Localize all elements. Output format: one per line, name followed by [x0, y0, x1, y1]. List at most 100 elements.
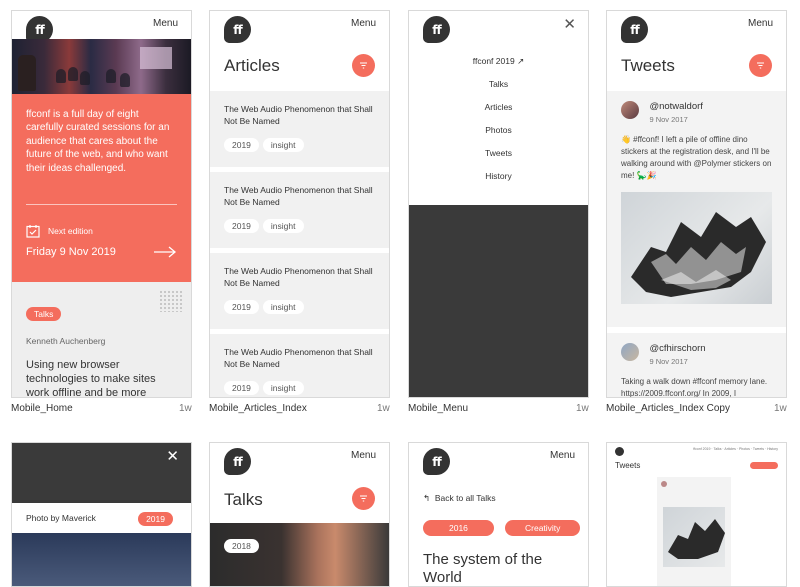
ffconf-logo[interactable]: ff [224, 16, 251, 43]
close-icon[interactable]: ✕ [563, 15, 576, 33]
article-card[interactable]: The Web Audio Phenomenon that Shall Not … [210, 253, 389, 329]
artboard-mobile-tweets[interactable]: ff Menu Tweets @notwaldorf 9 Nov 2017 👋 … [606, 10, 787, 398]
artboard-label: Mobile_Menu [408, 403, 469, 414]
speaker-name: Kenneth Auchenberg [26, 336, 106, 346]
ffconf-logo[interactable]: ff [224, 448, 251, 475]
menu-link[interactable]: Menu [351, 18, 376, 29]
arrow-right-icon[interactable] [153, 246, 177, 258]
menu-item-articles[interactable]: Articles [409, 102, 588, 125]
talk-tag[interactable]: Talks [26, 307, 62, 321]
page-title: Talks [224, 490, 263, 509]
speaker-photo[interactable] [210, 523, 389, 586]
menu-item-photos[interactable]: Photos [409, 125, 588, 148]
header: ff Menu [210, 11, 389, 43]
dino-stickers-image [631, 212, 766, 297]
menu-link[interactable]: Menu [351, 450, 376, 461]
menu-item-history[interactable]: History [409, 171, 588, 194]
artboard-mobile-photo[interactable]: ✕ Photo by Maverick 2019 [11, 442, 192, 587]
topic-tag[interactable]: Creativity [505, 520, 581, 536]
artboard-mobile-menu[interactable]: ff ✕ ffconf 2019 ↗ Talks Articles Photos… [408, 10, 589, 398]
topic-tag[interactable]: insight [262, 219, 304, 233]
artboard-desktop-tweets[interactable]: ffconf 2019 · Talks · Articles · Photos … [606, 442, 787, 587]
topic-tag[interactable]: insight [262, 381, 304, 395]
year-tag[interactable]: 2019 [138, 512, 173, 526]
filter-button[interactable] [749, 54, 772, 77]
year-tag[interactable]: 2019 [224, 381, 259, 395]
talk-title[interactable]: Using new browser technologies to make s… [26, 358, 177, 397]
tweet-card[interactable]: @notwaldorf 9 Nov 2017 👋 #ffconf! I left… [607, 91, 786, 327]
tweet-card[interactable]: @cfhirschorn 9 Nov 2017 Taking a walk do… [607, 333, 786, 398]
filter-button[interactable] [750, 462, 778, 469]
article-card[interactable]: The Web Audio Phenomenon that Shall Not … [210, 91, 389, 167]
menu-link[interactable]: Menu [550, 450, 575, 461]
header: ff ✕ [409, 11, 588, 43]
ffconf-logo[interactable]: ff [423, 448, 450, 475]
header: ff Menu [607, 11, 786, 43]
artboard-label: Mobile_Home [11, 403, 73, 414]
artboard-mobile-home[interactable]: ff Menu ffconf is a full day of eight ca… [11, 10, 192, 398]
header: ff Menu [409, 443, 588, 475]
dino-stickers-image [668, 519, 725, 559]
article-title[interactable]: The Web Audio Phenomenon that Shall Not … [224, 265, 375, 289]
back-link-label: Back to all Talks [434, 493, 496, 503]
tweet-text: Taking a walk down #ffconf memory lane. … [621, 377, 768, 398]
nav-menu: ffconf 2019 ↗ Talks Articles Photos Twee… [409, 56, 588, 194]
menu-item-talks[interactable]: Talks [409, 79, 588, 102]
article-title[interactable]: The Web Audio Phenomenon that Shall Not … [224, 103, 375, 127]
article-title[interactable]: The Web Audio Phenomenon that Shall Not … [224, 184, 375, 208]
close-icon[interactable]: ✕ [166, 447, 179, 465]
article-card[interactable]: The Web Audio Phenomenon that Shall Not … [210, 172, 389, 248]
menu-item-ffconf-2019[interactable]: ffconf 2019 ↗ [409, 56, 588, 79]
calendar-icon [26, 225, 40, 238]
year-tag[interactable]: 2016 [423, 520, 494, 536]
overlay [409, 205, 588, 397]
next-edition-date: Friday 9 Nov 2019 [26, 246, 116, 258]
header: ff Menu [210, 443, 389, 475]
tweet-handle[interactable]: @cfhirschorn [649, 343, 705, 354]
external-link-icon: ↗ [517, 56, 525, 66]
tweet-handle[interactable]: @notwaldorf [649, 101, 702, 112]
tweet-card[interactable] [657, 477, 731, 586]
artboard-mobile-talk-detail[interactable]: ff Menu ↰ Back to all Talks 2016 Creativ… [408, 442, 589, 587]
year-tag[interactable]: 2019 [224, 300, 259, 314]
artboard-age: 1w [576, 403, 589, 414]
artboard-mobile-talks[interactable]: ff Menu Talks 2018 [209, 442, 390, 587]
artboard-age: 1w [774, 403, 787, 414]
menu-link[interactable]: Menu [153, 18, 178, 29]
menu-item-tweets[interactable]: Tweets [409, 148, 588, 171]
intro-text: ffconf is a full day of eight carefully … [26, 109, 170, 174]
page-title: Tweets [615, 461, 641, 470]
tweet-photo[interactable] [621, 192, 772, 304]
artboard-label: Mobile_Articles_Index Copy [606, 403, 730, 414]
back-arrow-icon: ↰ [423, 493, 431, 503]
ffconf-logo[interactable] [615, 447, 624, 456]
avatar[interactable] [621, 343, 639, 361]
back-link[interactable]: ↰ Back to all Talks [423, 493, 496, 504]
intro-panel: ffconf is a full day of eight carefully … [12, 94, 191, 282]
photo [12, 533, 191, 586]
hero-photo [12, 39, 191, 94]
artboard-mobile-articles-index[interactable]: ff Menu Articles The Web Audio Phenomeno… [209, 10, 390, 398]
talk-teaser[interactable]: Talks Kenneth Auchenberg Using new brows… [12, 282, 191, 397]
ffconf-logo[interactable]: ff [423, 16, 450, 43]
topic-tag[interactable]: insight [262, 300, 304, 314]
article-card[interactable]: The Web Audio Phenomenon that Shall Not … [210, 334, 389, 397]
filter-button[interactable] [352, 54, 375, 77]
year-tag[interactable]: 2019 [224, 138, 259, 152]
tweet-author: @notwaldorf 9 Nov 2017 [649, 101, 702, 124]
year-tag[interactable]: 2018 [224, 539, 259, 553]
talk-title: The system of the World [423, 551, 543, 586]
next-edition-label: Next edition [48, 226, 93, 236]
menu-link[interactable]: Menu [748, 18, 773, 29]
avatar[interactable] [621, 101, 639, 119]
year-tag[interactable]: 2019 [224, 219, 259, 233]
filter-icon [757, 62, 764, 69]
tweet-text: 👋 #ffconf! I left a pile of offline dino… [621, 135, 772, 180]
next-edition: Next edition [26, 224, 93, 238]
article-title[interactable]: The Web Audio Phenomenon that Shall Not … [224, 346, 375, 370]
tweet-date: 9 Nov 2017 [649, 115, 688, 124]
nav-menu[interactable]: ffconf 2019 · Talks · Articles · Photos … [693, 447, 778, 451]
topic-tag[interactable]: insight [262, 138, 304, 152]
filter-button[interactable] [352, 487, 375, 510]
ffconf-logo[interactable]: ff [621, 16, 648, 43]
